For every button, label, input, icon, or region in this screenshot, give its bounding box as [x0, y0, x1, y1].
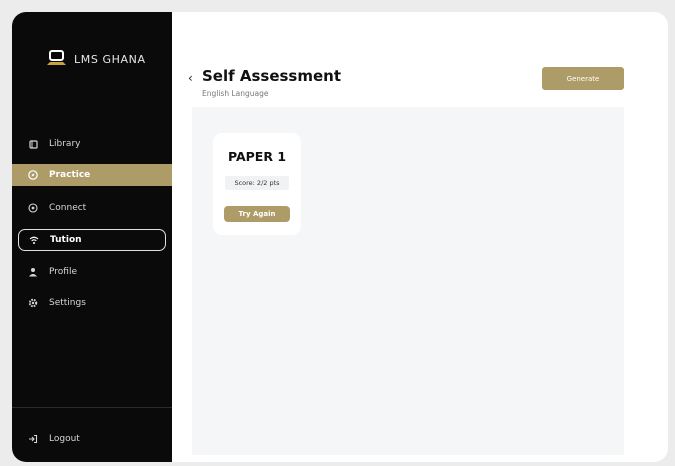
brand-name: LMS GHANA — [74, 52, 146, 66]
user-icon — [28, 267, 38, 277]
brand-logo[interactable]: LMS GHANA — [46, 50, 146, 68]
wifi-icon — [29, 235, 39, 245]
paper-card: PAPER 1 Score: 2/2 pts Try Again — [213, 133, 301, 235]
chevron-left-icon[interactable]: ‹ — [188, 72, 193, 84]
sidebar-item-connect[interactable]: Connect — [18, 197, 166, 219]
gear-icon — [28, 298, 38, 308]
paper-title: PAPER 1 — [227, 149, 287, 164]
sidebar-divider — [12, 407, 172, 408]
sidebar-item-profile[interactable]: Profile — [18, 261, 166, 283]
sidebar: LMS GHANA Library Practice Connect Tutio — [12, 12, 172, 462]
generate-button[interactable]: Generate — [542, 67, 624, 90]
sidebar-item-tution[interactable]: Tution — [18, 229, 166, 251]
sidebar-item-label: Library — [49, 139, 81, 149]
compass-icon — [28, 170, 38, 180]
logout-button[interactable]: Logout — [18, 428, 166, 450]
score-badge: Score: 2/2 pts — [225, 176, 289, 190]
try-again-button[interactable]: Try Again — [224, 206, 290, 222]
assessment-panel: PAPER 1 Score: 2/2 pts Try Again — [192, 107, 624, 455]
sidebar-item-label: Tution — [50, 235, 82, 245]
sidebar-item-library[interactable]: Library — [18, 133, 166, 155]
sidebar-item-practice[interactable]: Practice — [12, 164, 172, 186]
book-icon — [28, 139, 38, 149]
sidebar-item-label: Profile — [49, 267, 77, 277]
page-title: Self Assessment — [202, 67, 342, 85]
main-content: ‹ Self Assessment English Language Gener… — [172, 12, 668, 462]
sidebar-item-settings[interactable]: Settings — [18, 292, 166, 314]
sidebar-item-label: Settings — [49, 298, 86, 308]
logout-label: Logout — [49, 434, 80, 444]
sidebar-item-label: Connect — [49, 203, 87, 213]
logo-icon — [47, 50, 66, 65]
page-subtitle: English Language — [202, 89, 269, 98]
logout-icon — [28, 434, 38, 444]
sidebar-item-label: Practice — [49, 170, 91, 180]
app-window: LMS GHANA Library Practice Connect Tutio — [12, 12, 668, 462]
target-icon — [28, 203, 38, 213]
